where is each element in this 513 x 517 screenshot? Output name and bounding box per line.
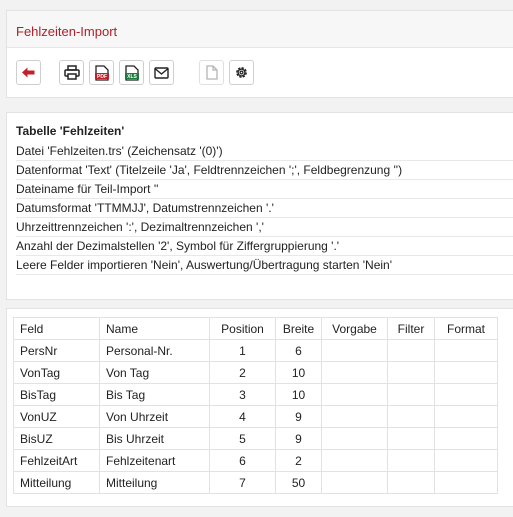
info-line: Dateiname für Teil-Import '' <box>16 180 513 199</box>
table-header-row: Feld Name Position Breite Vorgabe Filter… <box>13 317 498 340</box>
cell-breite: 9 <box>275 405 322 428</box>
cell-format <box>434 405 498 428</box>
cell-format <box>434 383 498 406</box>
cell-position: 6 <box>209 449 276 472</box>
cell-filter <box>387 427 435 450</box>
table-row[interactable]: BisUZ Bis Uhrzeit 5 9 <box>13 427 498 450</box>
cell-position: 7 <box>209 471 276 494</box>
cell-breite: 2 <box>275 449 322 472</box>
cell-feld: Mitteilung <box>13 471 100 494</box>
cell-format <box>434 449 498 472</box>
table-heading: Tabelle 'Fehlzeiten' <box>16 124 125 138</box>
cell-vorgabe <box>321 449 388 472</box>
cell-name: Fehlzeitenart <box>99 449 210 472</box>
cell-feld: BisTag <box>13 383 100 406</box>
xls-icon: XLS <box>124 64 139 81</box>
cell-position: 3 <box>209 383 276 406</box>
cell-breite: 10 <box>275 361 322 384</box>
info-line: Datumsformat 'TTMMJJ', Datumstrennzeiche… <box>16 199 513 218</box>
column-header-position[interactable]: Position <box>209 317 276 340</box>
excel-export-button[interactable]: XLS <box>119 60 144 85</box>
back-button[interactable] <box>16 60 41 85</box>
cell-vorgabe <box>321 405 388 428</box>
header-panel: Fehlzeiten-Import PDF XLS <box>6 10 513 98</box>
cell-vorgabe <box>321 339 388 362</box>
svg-text:XLS: XLS <box>127 74 137 80</box>
print-button[interactable] <box>59 60 84 85</box>
cell-breite: 50 <box>275 471 322 494</box>
pdf-export-button[interactable]: PDF <box>89 60 114 85</box>
cell-vorgabe <box>321 383 388 406</box>
cell-position: 4 <box>209 405 276 428</box>
field-table: Feld Name Position Breite Vorgabe Filter… <box>13 317 498 494</box>
toolbar: PDF XLS <box>7 48 513 98</box>
cell-position: 2 <box>209 361 276 384</box>
table-row[interactable]: VonTag Von Tag 2 10 <box>13 361 498 384</box>
column-header-vorgabe[interactable]: Vorgabe <box>321 317 388 340</box>
title-bar: Fehlzeiten-Import <box>7 11 513 48</box>
cell-format <box>434 427 498 450</box>
info-line: Leere Felder importieren 'Nein', Auswert… <box>16 256 513 275</box>
cell-vorgabe <box>321 361 388 384</box>
mail-icon <box>154 66 169 79</box>
cell-feld: PersNr <box>13 339 100 362</box>
info-line: Anzahl der Dezimalstellen '2', Symbol fü… <box>16 237 513 256</box>
field-table-panel: Feld Name Position Breite Vorgabe Filter… <box>6 308 513 507</box>
document-button[interactable] <box>199 60 224 85</box>
cell-filter <box>387 449 435 472</box>
column-header-name[interactable]: Name <box>99 317 210 340</box>
column-header-feld[interactable]: Feld <box>13 317 100 340</box>
info-line: Datei 'Fehlzeiten.trs' (Zeichensatz '(0)… <box>16 142 513 161</box>
pdf-icon: PDF <box>94 64 109 81</box>
cell-format <box>434 339 498 362</box>
cell-name: Personal-Nr. <box>99 339 210 362</box>
table-row[interactable]: PersNr Personal-Nr. 1 6 <box>13 339 498 362</box>
cell-position: 5 <box>209 427 276 450</box>
table-row[interactable]: FehlzeitArt Fehlzeitenart 6 2 <box>13 449 498 472</box>
info-line: Datenformat 'Text' (Titelzeile 'Ja', Fel… <box>16 161 513 180</box>
table-row[interactable]: BisTag Bis Tag 3 10 <box>13 383 498 406</box>
cell-format <box>434 361 498 384</box>
svg-text:PDF: PDF <box>97 74 107 80</box>
import-settings-panel: Tabelle 'Fehlzeiten' Datei 'Fehlzeiten.t… <box>6 112 513 300</box>
page-title: Fehlzeiten-Import <box>16 24 118 39</box>
cell-breite: 6 <box>275 339 322 362</box>
cell-breite: 10 <box>275 383 322 406</box>
info-line: Uhrzeittrennzeichen ':', Dezimaltrennzei… <box>16 218 513 237</box>
cell-name: Mitteilung <box>99 471 210 494</box>
column-header-format[interactable]: Format <box>434 317 498 340</box>
cell-filter <box>387 339 435 362</box>
cell-format <box>434 471 498 494</box>
settings-button[interactable] <box>229 60 254 85</box>
document-icon <box>205 65 218 80</box>
cell-vorgabe <box>321 471 388 494</box>
settings-icon <box>236 67 247 78</box>
cell-filter <box>387 383 435 406</box>
cell-name: Von Uhrzeit <box>99 405 210 428</box>
column-header-filter[interactable]: Filter <box>387 317 435 340</box>
cell-filter <box>387 361 435 384</box>
email-button[interactable] <box>149 60 174 85</box>
table-row[interactable]: VonUZ Von Uhrzeit 4 9 <box>13 405 498 428</box>
column-header-breite[interactable]: Breite <box>275 317 322 340</box>
cell-name: Bis Tag <box>99 383 210 406</box>
cell-breite: 9 <box>275 427 322 450</box>
cell-filter <box>387 405 435 428</box>
table-row[interactable]: Mitteilung Mitteilung 7 50 <box>13 471 498 494</box>
cell-filter <box>387 471 435 494</box>
cell-feld: VonUZ <box>13 405 100 428</box>
cell-name: Bis Uhrzeit <box>99 427 210 450</box>
cell-vorgabe <box>321 427 388 450</box>
cell-position: 1 <box>209 339 276 362</box>
cell-feld: FehlzeitArt <box>13 449 100 472</box>
cell-feld: VonTag <box>13 361 100 384</box>
cell-name: Von Tag <box>99 361 210 384</box>
cell-feld: BisUZ <box>13 427 100 450</box>
print-icon <box>63 65 80 80</box>
back-arrow-icon <box>22 67 35 78</box>
